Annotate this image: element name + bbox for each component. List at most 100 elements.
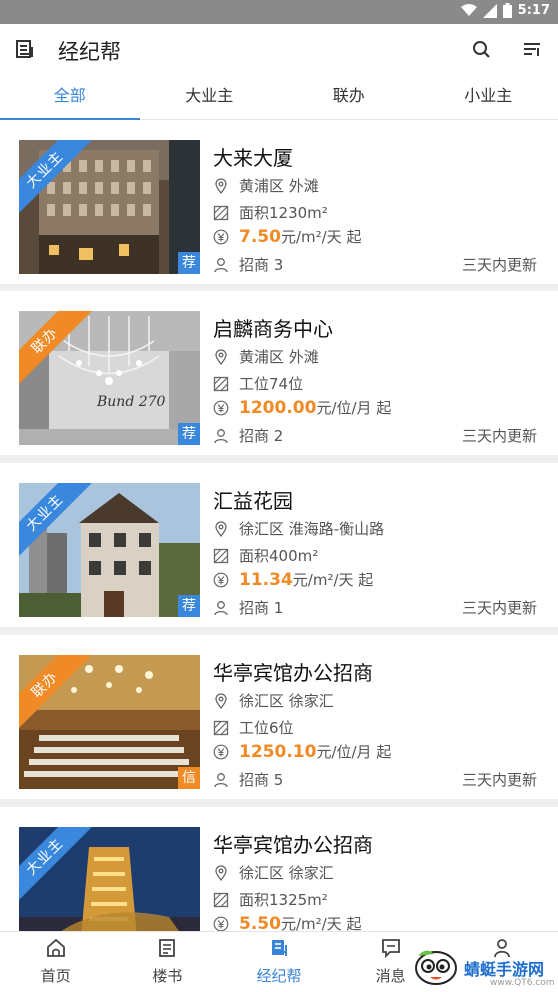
home-icon — [46, 938, 65, 957]
agent-count: 招商 1 — [239, 599, 284, 617]
site-watermark: 蜻蜓手游网 www.QT6.com — [412, 946, 558, 992]
area-icon — [213, 720, 229, 735]
area-text: 面积1325m² — [239, 891, 328, 909]
yuan-icon — [213, 229, 229, 244]
menu-button[interactable] — [14, 38, 36, 60]
listing-price: 1200.00 元/位/月 起 — [213, 397, 391, 418]
recommend-badge: 荐 — [178, 252, 200, 274]
search-icon — [473, 41, 490, 58]
location-pin-icon — [215, 177, 227, 194]
nav-building-book-label: 楼书 — [152, 967, 183, 985]
svg-text:Bund 270: Bund 270 — [96, 394, 166, 410]
location-text: 徐汇区 淮海路-衡山路 — [239, 520, 385, 538]
listing-card[interactable]: 大业主 荐 大来大厦 黄浦区 外滩 面积1230m² 7.50 元/m²/天 起… — [0, 120, 558, 284]
document-list-icon — [16, 40, 33, 58]
listing-card[interactable]: Bund 270 联办 荐 启麟商务中心 黄浦区 外滩 工位74位 1200.0… — [0, 291, 558, 455]
listing-name: 华亭宾馆办公招商 — [213, 661, 373, 685]
nav-broker[interactable]: 经纪帮 — [223, 932, 335, 992]
location-pin-icon — [215, 348, 227, 365]
listing-area: 面积400m² — [213, 545, 318, 566]
listing-card[interactable]: 大业主 华亭宾馆办公招商 徐汇区 徐家汇 面积1325m² 5.50 元/m²/… — [0, 807, 558, 931]
area-text: 面积1230m² — [239, 204, 328, 222]
update-status: 三天内更新 — [461, 256, 537, 274]
agent-count: 招商 2 — [239, 427, 284, 445]
price-value: 5.50 — [239, 913, 281, 932]
price-value: 7.50 — [239, 226, 281, 247]
nav-broker-label: 经纪帮 — [256, 967, 302, 985]
listing-photo: Bund 270 联办 荐 — [19, 311, 200, 445]
yuan-icon — [213, 916, 229, 931]
listing-name: 华亭宾馆办公招商 — [213, 833, 373, 857]
location-text: 黄浦区 外滩 — [239, 348, 319, 366]
wifi-icon — [460, 4, 477, 16]
category-tabs: 全部 大业主 联办 小业主 — [0, 74, 558, 120]
yuan-icon — [213, 400, 229, 415]
price-unit: 元/位/月 起 — [316, 399, 392, 417]
agent-count: 招商 5 — [239, 771, 284, 789]
listing-card[interactable]: 大业主 荐 汇益花园 徐汇区 淮海路-衡山路 面积400m² 11.34 元/m… — [0, 463, 558, 627]
battery-icon — [502, 3, 512, 18]
price-value: 1250.10 — [239, 741, 317, 762]
price-unit: 元/m²/天 起 — [292, 571, 374, 589]
location-pin-icon — [215, 864, 227, 881]
listing-area: 工位74位 — [213, 373, 303, 394]
tab-big-owner[interactable]: 大业主 — [140, 74, 280, 119]
dragonfly-logo-icon — [415, 950, 457, 985]
listing-price: 11.34 元/m²/天 起 — [213, 569, 373, 590]
status-bar: 5:17 — [0, 0, 558, 24]
listing-location: 徐汇区 徐家汇 — [213, 690, 334, 711]
listing-price: 1250.10 元/位/月 起 — [213, 741, 391, 762]
listing-agents: 招商 3 — [213, 254, 283, 275]
price-unit: 元/m²/天 起 — [280, 915, 362, 931]
location-text: 黄浦区 外滩 — [239, 177, 319, 195]
update-status: 三天内更新 — [461, 771, 537, 789]
listing-area: 面积1230m² — [213, 202, 328, 223]
nav-home-label: 首页 — [40, 967, 71, 985]
listing-name: 大来大厦 — [213, 146, 293, 170]
sort-filter-icon — [524, 43, 540, 56]
area-icon — [213, 892, 229, 907]
recommend-badge: 荐 — [178, 423, 200, 445]
yuan-icon — [213, 744, 229, 759]
tab-all[interactable]: 全部 — [0, 74, 140, 120]
filter-button[interactable] — [521, 38, 543, 60]
area-text: 面积400m² — [239, 547, 319, 565]
tab-small-owner[interactable]: 小业主 — [419, 74, 558, 119]
message-icon — [381, 939, 400, 958]
area-text: 工位6位 — [239, 719, 294, 737]
listing-agents: 招商 1 — [213, 597, 283, 618]
area-icon — [213, 376, 229, 391]
location-pin-icon — [215, 520, 227, 537]
listing-location: 徐汇区 淮海路-衡山路 — [213, 518, 384, 539]
yuan-icon — [213, 572, 229, 587]
listing-list: 大业主 荐 大来大厦 黄浦区 外滩 面积1230m² 7.50 元/m²/天 起… — [0, 120, 558, 931]
price-unit: 元/m²/天 起 — [280, 228, 362, 246]
trust-badge: 信 — [178, 767, 200, 789]
listing-area: 工位6位 — [213, 717, 294, 738]
update-status: 三天内更新 — [461, 427, 537, 445]
nav-home[interactable]: 首页 — [0, 932, 112, 992]
listing-photo: 大业主 荐 — [19, 140, 200, 274]
area-icon — [213, 548, 229, 563]
listing-card[interactable]: 联办 信 华亭宾馆办公招商 徐汇区 徐家汇 工位6位 1250.10 元/位/月… — [0, 635, 558, 799]
listing-agents: 招商 5 — [213, 769, 283, 790]
person-icon — [214, 772, 228, 787]
nav-building-book[interactable]: 楼书 — [112, 932, 224, 992]
listing-name: 汇益花园 — [213, 489, 293, 513]
tab-joint-office[interactable]: 联办 — [279, 74, 419, 119]
price-unit: 元/位/月 起 — [316, 743, 392, 761]
update-status: 三天内更新 — [461, 599, 537, 617]
page-title: 经纪帮 — [58, 40, 121, 64]
location-text: 徐汇区 徐家汇 — [239, 864, 334, 882]
listing-price: 5.50 元/m²/天 起 — [213, 913, 361, 931]
agent-count: 招商 3 — [239, 256, 284, 274]
broker-icon — [271, 940, 287, 956]
listing-photo: 大业主 荐 — [19, 483, 200, 617]
search-button[interactable] — [470, 38, 492, 60]
listing-photo: 大业主 — [19, 827, 200, 931]
listing-area: 面积1325m² — [213, 889, 328, 910]
app-bar: 经纪帮 — [0, 24, 558, 74]
listing-location: 徐汇区 徐家汇 — [213, 862, 334, 883]
price-value: 1200.00 — [239, 397, 317, 418]
watermark-text: 蜻蜓手游网 — [464, 960, 545, 979]
